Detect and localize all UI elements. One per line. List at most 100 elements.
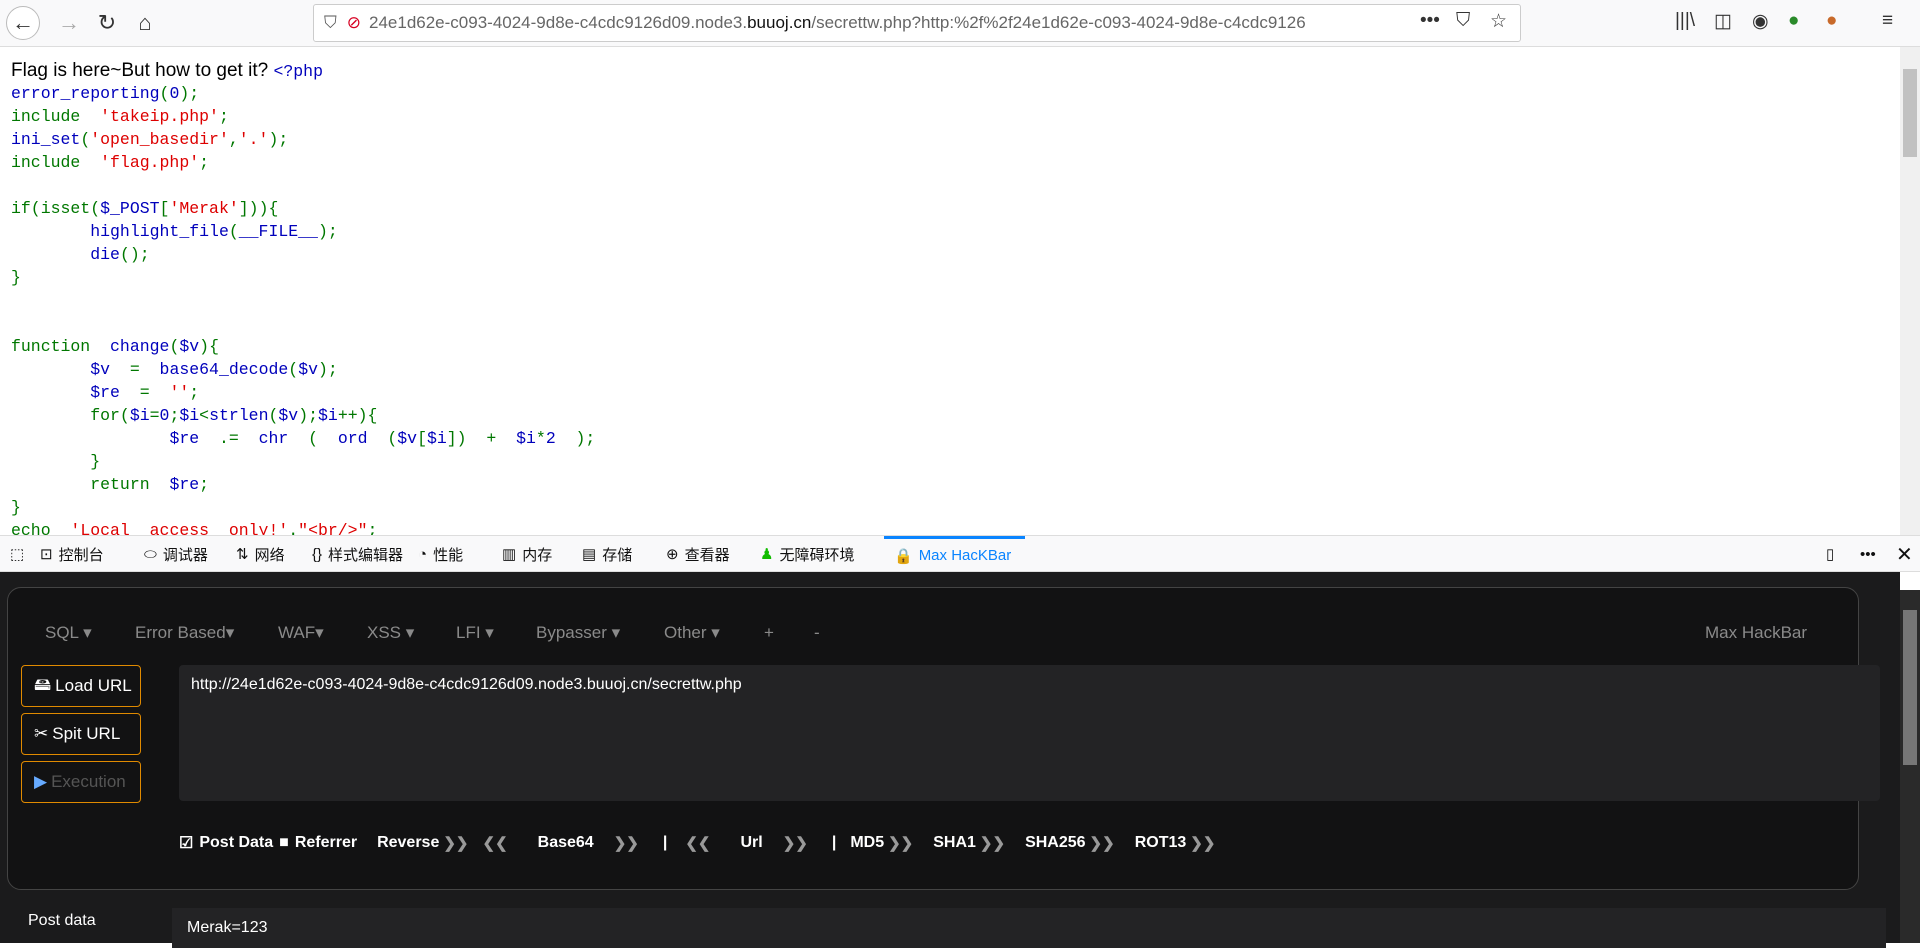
inspector-icon: ⊕: [666, 546, 679, 563]
devtools-tab[interactable]: 🔒 Max HacKBar: [884, 536, 1026, 572]
devtools-tab[interactable]: ⬭ 调试器: [144, 536, 208, 572]
devtools-tab[interactable]: ▤ 存储: [582, 536, 632, 572]
code-token: ini_set: [11, 130, 81, 149]
code-token: $v: [298, 360, 318, 379]
account-icon[interactable]: ◉: [1752, 10, 1769, 33]
element-picker-icon[interactable]: ⬚: [10, 536, 24, 572]
devtools-tab-label: 存储: [602, 546, 633, 564]
hackbar-menu[interactable]: +: [764, 623, 774, 643]
page-scrollbar[interactable]: [1900, 47, 1920, 535]
sha256-button[interactable]: SHA256: [1025, 834, 1085, 852]
shield-icon[interactable]: ⛉: [324, 13, 337, 33]
execute-button[interactable]: ▶ Execution: [21, 761, 141, 803]
code-token: $re: [90, 383, 120, 402]
hackbar-menu[interactable]: WAF▾: [278, 623, 324, 643]
referrer-checkbox[interactable]: ■: [279, 834, 289, 852]
scrollbar-thumb[interactable]: [1903, 610, 1917, 765]
code-line: for($i=0;$i<strlen($v);$i++){: [11, 404, 595, 427]
url-button[interactable]: Url: [740, 834, 762, 852]
reload-button[interactable]: ↻: [90, 6, 124, 40]
scrollbar-thumb[interactable]: [1903, 69, 1917, 157]
url-textarea[interactable]: http://24e1d62e-c093-4024-9d8e-c4cdc9126…: [179, 665, 1880, 801]
bookmark-star-icon[interactable]: ☆: [1490, 10, 1507, 33]
devtools-tab[interactable]: ⇅ 网络: [236, 536, 285, 572]
code-token: return: [11, 475, 170, 494]
memory-icon: ▥: [502, 546, 517, 563]
more-icon[interactable]: •••: [1420, 10, 1440, 32]
base64-button[interactable]: Base64: [538, 834, 594, 852]
code-token: (: [367, 429, 398, 448]
devtools-tab[interactable]: ♟ 无障碍环境: [760, 536, 854, 572]
url-host: 24e1d62e-c093-4024-9d8e-c4cdc9126d09.nod…: [369, 13, 748, 32]
code-token: $_POST: [100, 199, 160, 218]
code-line: ini_set('open_basedir','.');: [11, 128, 595, 151]
hackbar-menu[interactable]: Bypasser ▾: [536, 623, 620, 643]
devtools-more-icon[interactable]: •••: [1860, 536, 1876, 572]
base64-decode-icon[interactable]: ❮❮: [483, 834, 508, 852]
devtools-tab[interactable]: ▥ 内存: [502, 536, 552, 572]
home-button[interactable]: ⌂: [128, 6, 162, 40]
code-token: ;: [169, 406, 180, 425]
devtools-tab[interactable]: ◔ 性能: [418, 536, 463, 572]
reverse-button[interactable]: Reverse: [377, 834, 439, 852]
code-line: return $re;: [11, 473, 595, 496]
rot13-button[interactable]: ROT13: [1135, 834, 1187, 852]
hackbar-menu[interactable]: XSS ▾: [367, 623, 414, 643]
responsive-design-icon[interactable]: ▯: [1826, 536, 1834, 572]
extension-monkey-icon[interactable]: ●: [1826, 10, 1837, 32]
split-url-button[interactable]: ✂ Spit URL: [21, 713, 141, 755]
code-token: chr: [258, 429, 289, 448]
devtools-tab[interactable]: {} 样式编辑器: [312, 536, 403, 572]
hackbar-scrollbar[interactable]: [1900, 590, 1920, 943]
hackbar-icon: 🔒: [894, 547, 913, 565]
code-token: $i: [179, 406, 200, 425]
code-token: (: [228, 222, 239, 241]
hackbar-menu[interactable]: SQL ▾: [45, 623, 92, 643]
url-encode-icon[interactable]: ❯❯: [783, 834, 808, 852]
code-token: __FILE__: [238, 222, 318, 241]
hackbar-menu[interactable]: -: [814, 623, 820, 643]
code-token: ;: [199, 475, 210, 494]
code-token: .=: [199, 429, 259, 448]
code-line: $v = base64_decode($v);: [11, 358, 595, 381]
sidebar-icon[interactable]: ◫: [1714, 10, 1732, 33]
pocket-icon[interactable]: ⛉: [1456, 10, 1470, 32]
devtools-tab[interactable]: ⊕ 查看器: [666, 536, 730, 572]
php-source: Flag is here~But how to get it? <?php err…: [11, 59, 595, 535]
post-data-checkbox[interactable]: ☑: [179, 833, 193, 853]
devtools-tab[interactable]: ⊡ 控制台: [40, 536, 104, 572]
code-token: $i: [129, 406, 150, 425]
url-decode-icon[interactable]: ❮❮: [685, 834, 710, 852]
base64-encode-icon[interactable]: ❯❯: [614, 834, 639, 852]
code-line: highlight_file(__FILE__);: [11, 220, 595, 243]
code-token: 'flag.php': [100, 153, 200, 172]
address-bar[interactable]: ⛉ ⊘ 24e1d62e-c093-4024-9d8e-c4cdc9126d09…: [313, 4, 1521, 42]
close-devtools-icon[interactable]: ✕: [1896, 536, 1913, 572]
back-button[interactable]: ←: [6, 6, 40, 40]
hackbar-panel: SQL ▾ Error Based▾ WAF▾ XSS ▾ LFI ▾ Bypasser …: [0, 572, 1900, 948]
debugger-icon: ⬭: [144, 545, 157, 563]
code-token: base64_decode: [159, 360, 289, 379]
library-icon[interactable]: |||\: [1675, 10, 1695, 32]
extension-icon[interactable]: ●: [1788, 10, 1799, 32]
code-token: strlen: [209, 406, 269, 425]
code-token: error_reporting: [11, 84, 160, 103]
md5-button[interactable]: MD5: [850, 834, 884, 852]
post-data-textarea[interactable]: Merak=123: [172, 908, 1886, 948]
forward-button[interactable]: →: [52, 6, 86, 40]
hackbar-menu[interactable]: LFI ▾: [456, 623, 494, 643]
code-token: <?php: [273, 62, 323, 81]
devtools-tab-label: 样式编辑器: [328, 546, 404, 564]
code-line: include 'flag.php';: [11, 151, 595, 174]
hackbar-menu[interactable]: Error Based▾: [135, 623, 234, 643]
sha1-button[interactable]: SHA1: [933, 834, 976, 852]
devtools-tab-label: 查看器: [684, 546, 730, 564]
hackbar-menu[interactable]: Other ▾: [664, 623, 720, 643]
menu-icon[interactable]: ≡: [1882, 10, 1893, 32]
insecure-lock-icon[interactable]: ⊘: [347, 13, 361, 33]
code-token: '.': [238, 130, 269, 149]
load-url-button[interactable]: 🖴 Load URL: [21, 665, 141, 707]
